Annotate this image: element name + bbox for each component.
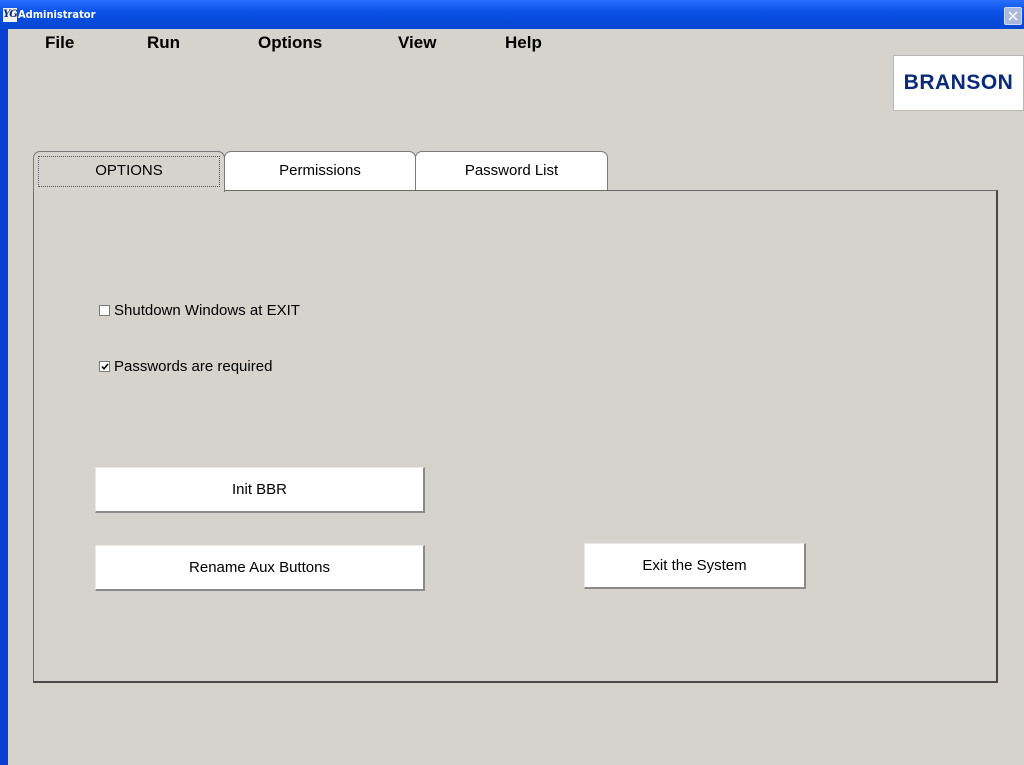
branson-logo: BRANSON [893,55,1024,111]
menu-help[interactable]: Help [505,33,542,53]
rename-aux-buttons-button[interactable]: Rename Aux Buttons [95,545,425,591]
passwords-checkbox-row[interactable]: Passwords are required [99,358,272,376]
menu-options[interactable]: Options [258,33,322,53]
tab-options[interactable]: OPTIONS [33,151,225,192]
shutdown-checkbox[interactable] [99,305,110,316]
checkmark-icon [101,363,109,371]
tab-password-list[interactable]: Password List [415,151,608,191]
options-panel [33,190,998,683]
shutdown-label: Shutdown Windows at EXIT [114,302,300,319]
tab-options-label: OPTIONS [95,162,163,179]
close-icon [1008,11,1018,21]
title-bar[interactable]: YG Administrator [0,0,1024,29]
passwords-checkbox[interactable] [99,361,110,372]
shutdown-checkbox-row[interactable]: Shutdown Windows at EXIT [99,302,300,320]
close-button[interactable] [1004,7,1022,25]
menu-view[interactable]: View [398,33,436,53]
window-title: Administrator [18,8,96,21]
exit-system-button[interactable]: Exit the System [584,543,806,589]
tab-permissions[interactable]: Permissions [224,151,416,191]
menu-run[interactable]: Run [147,33,180,53]
passwords-label: Passwords are required [114,358,273,375]
init-bbr-button[interactable]: Init BBR [95,467,425,513]
admin-window: YG Administrator File Run Options View H… [0,0,1024,765]
tab-password-list-label: Password List [464,162,559,179]
menu-file[interactable]: File [45,33,74,53]
menu-bar: File Run Options View Help [8,30,708,54]
app-icon: YG [3,8,18,22]
tab-permissions-label: Permissions [279,162,361,179]
